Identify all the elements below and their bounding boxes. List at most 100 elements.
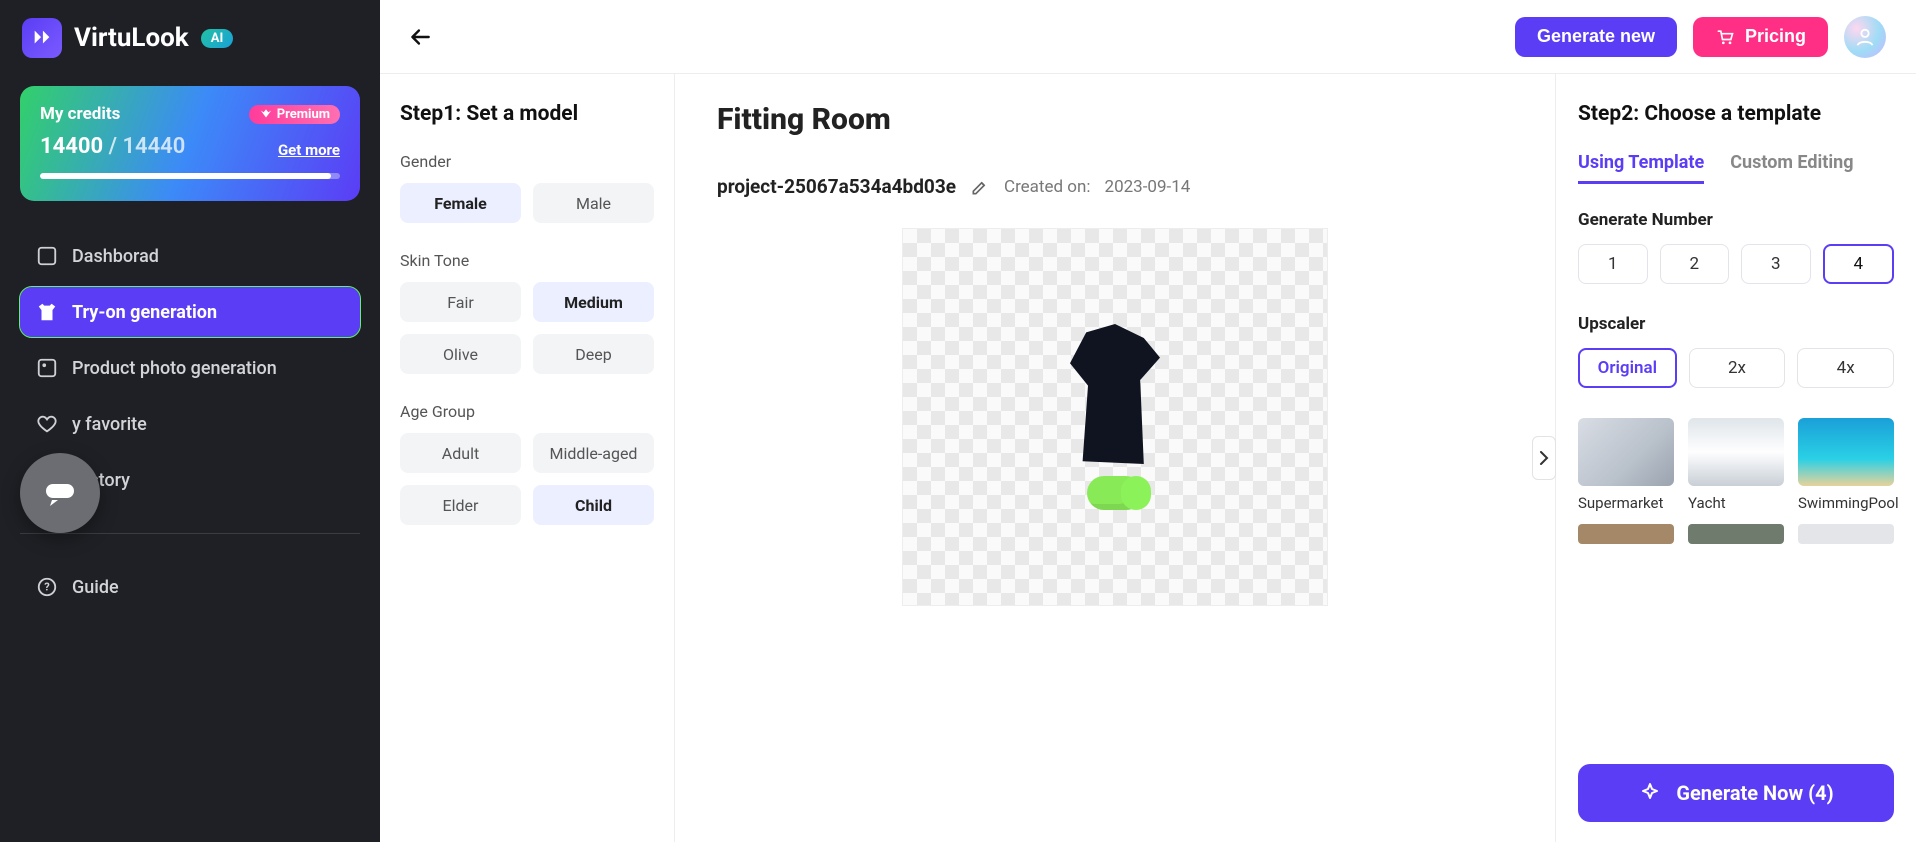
sidebar-item-label: Product photo generation	[72, 358, 277, 379]
credits-value: 14400 / 14440	[40, 134, 185, 159]
sidebar-item-guide[interactable]: ? Guide	[20, 562, 360, 612]
template-yacht[interactable]: Yacht	[1688, 418, 1784, 512]
generate-new-button[interactable]: Generate new	[1515, 17, 1677, 57]
template-thumb	[1798, 418, 1894, 486]
upscaler-4x[interactable]: 4x	[1797, 348, 1894, 388]
carousel-next-button[interactable]	[1532, 436, 1556, 480]
arrow-left-icon	[407, 24, 433, 50]
template-thumb-partial[interactable]	[1798, 524, 1894, 544]
garment-canvas[interactable]	[902, 228, 1328, 606]
template-thumb	[1578, 418, 1674, 486]
age-elder[interactable]: Elder	[400, 485, 521, 525]
upscaler-2x[interactable]: 2x	[1689, 348, 1786, 388]
heart-icon	[36, 413, 58, 435]
dashboard-icon	[36, 245, 58, 267]
chevron-right-icon	[1539, 451, 1549, 465]
template-thumb-partial[interactable]	[1688, 524, 1784, 544]
svg-text:?: ?	[44, 581, 50, 594]
dress-graphic	[1070, 324, 1160, 464]
tab-custom-editing[interactable]: Custom Editing	[1730, 152, 1853, 184]
fitting-room-title: Fitting Room	[717, 102, 1513, 137]
sidebar-item-favorite[interactable]: y favorite	[20, 399, 360, 449]
gender-label: Gender	[400, 152, 654, 171]
sidebar: VirtuLook AI My credits Premium 14400 / …	[0, 0, 380, 842]
upscaler-original[interactable]: Original	[1578, 348, 1677, 388]
step1-title: Step1: Set a model	[400, 102, 654, 126]
skin-label: Skin Tone	[400, 251, 654, 270]
gender-male[interactable]: Male	[533, 183, 654, 223]
skin-fair[interactable]: Fair	[400, 282, 521, 322]
sidebar-item-label: y favorite	[72, 414, 147, 435]
template-thumb-partial[interactable]	[1578, 524, 1674, 544]
nav: Dashborad Try-on generation Product phot…	[20, 231, 360, 612]
template-supermarket[interactable]: Supermarket	[1578, 418, 1674, 512]
generate-number-label: Generate Number	[1578, 210, 1894, 230]
gender-female[interactable]: Female	[400, 183, 521, 223]
button-label: Pricing	[1745, 26, 1806, 47]
age-label: Age Group	[400, 402, 654, 421]
age-child[interactable]: Child	[533, 485, 654, 525]
generate-number-options: 1 2 3 4	[1578, 244, 1894, 284]
sidebar-item-dashboard[interactable]: Dashborad	[20, 231, 360, 281]
age-adult[interactable]: Adult	[400, 433, 521, 473]
help-icon: ?	[36, 576, 58, 598]
step2-title: Step2: Choose a template	[1578, 102, 1894, 126]
skin-olive[interactable]: Olive	[400, 334, 521, 374]
premium-text: Premium	[277, 107, 330, 122]
skin-options: Fair Medium Olive Deep	[400, 282, 654, 374]
template-swimmingpool[interactable]: SwimmingPool	[1798, 418, 1894, 512]
pricing-button[interactable]: Pricing	[1693, 17, 1828, 57]
button-label: Generate new	[1537, 26, 1655, 47]
get-more-link[interactable]: Get more	[278, 141, 340, 159]
credits-card: My credits Premium 14400 / 14440 Get mor…	[20, 86, 360, 201]
gen-number-3[interactable]: 3	[1741, 244, 1811, 284]
product-icon	[36, 357, 58, 379]
project-name: project-25067a534a4bd03e	[717, 175, 956, 198]
step1-panel: Step1: Set a model Gender Female Male Sk…	[380, 74, 675, 842]
template-thumb	[1688, 418, 1784, 486]
skin-medium[interactable]: Medium	[533, 282, 654, 322]
gen-number-2[interactable]: 2	[1660, 244, 1730, 284]
gen-number-1[interactable]: 1	[1578, 244, 1648, 284]
topbar: Generate new Pricing	[380, 0, 1916, 74]
credits-label: My credits	[40, 104, 120, 124]
sidebar-item-product[interactable]: Product photo generation	[20, 343, 360, 393]
sidebar-item-label: Guide	[72, 577, 119, 598]
chat-button[interactable]	[20, 453, 100, 533]
step2-panel: Step2: Choose a template Using Template …	[1556, 74, 1916, 842]
main: Generate new Pricing Step1: Set a model …	[380, 0, 1916, 842]
template-label: Yacht	[1688, 494, 1784, 512]
sidebar-item-label: Dashborad	[72, 246, 159, 267]
button-label: Generate Now (4)	[1676, 781, 1833, 805]
premium-badge: Premium	[249, 105, 340, 124]
sidebar-item-tryon[interactable]: Try-on generation	[20, 287, 360, 337]
nav-separator	[20, 533, 360, 534]
gen-number-4[interactable]: 4	[1823, 244, 1895, 284]
content: Step1: Set a model Gender Female Male Sk…	[380, 74, 1916, 842]
created-on-date: 2023-09-14	[1105, 177, 1191, 197]
fitting-room-panel: Fitting Room project-25067a534a4bd03e Cr…	[675, 74, 1556, 842]
brand-block: VirtuLook AI	[20, 18, 360, 58]
skin-deep[interactable]: Deep	[533, 334, 654, 374]
sparkle-icon	[1638, 781, 1662, 805]
upscaler-options: Original 2x 4x	[1578, 348, 1894, 388]
age-middle[interactable]: Middle-aged	[533, 433, 654, 473]
template-row-partial	[1578, 524, 1894, 544]
gender-options: Female Male	[400, 183, 654, 223]
credits-total: 14440	[122, 134, 185, 159]
credits-progress-fill	[40, 173, 331, 179]
credits-sep: /	[103, 134, 122, 159]
project-row: project-25067a534a4bd03e Created on: 202…	[717, 175, 1513, 198]
step2-tabs: Using Template Custom Editing	[1578, 152, 1894, 184]
avatar[interactable]	[1844, 16, 1886, 58]
arm-float-graphic	[1087, 476, 1143, 510]
brand-logo-icon	[22, 18, 62, 58]
generate-now-button[interactable]: Generate Now (4)	[1578, 764, 1894, 822]
template-label: Supermarket	[1578, 494, 1674, 512]
tab-using-template[interactable]: Using Template	[1578, 152, 1704, 184]
sidebar-item-label: Try-on generation	[72, 302, 217, 323]
pencil-icon[interactable]	[970, 177, 990, 197]
user-icon	[1854, 26, 1876, 48]
back-button[interactable]	[402, 19, 438, 55]
brand-name: VirtuLook	[74, 23, 189, 53]
